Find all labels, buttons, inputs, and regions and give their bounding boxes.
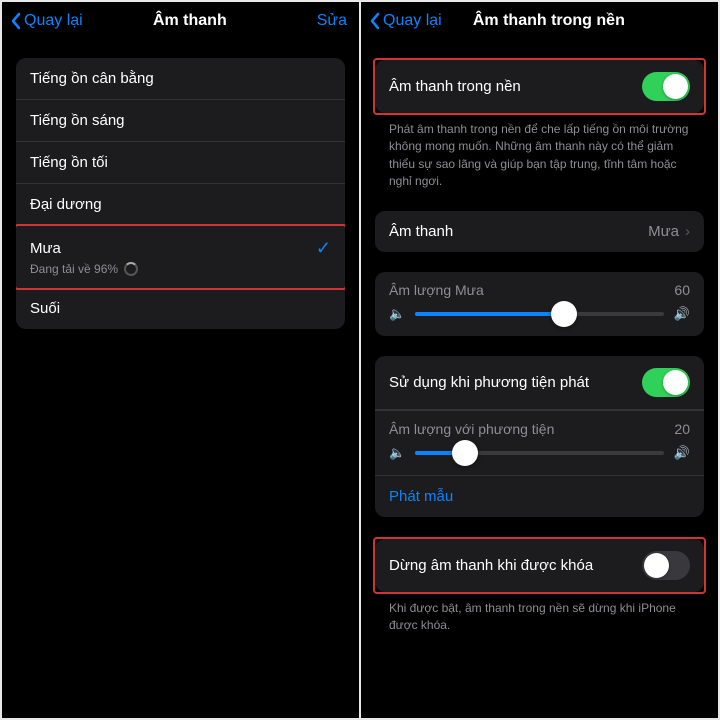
footnote: Phát âm thanh trong nền để che lấp tiếng… [375,113,704,191]
row-sound-select[interactable]: Âm thanh Mưa › [375,211,704,252]
group-toggle-main: Âm thanh trong nền [375,60,704,113]
back-button[interactable]: Quay lại [10,12,83,30]
back-label: Quay lại [24,12,83,30]
list-item-label: Mưa [30,240,61,257]
toggle-switch[interactable] [642,551,690,580]
highlight-box: Dừng âm thanh khi được khóa [373,537,706,594]
chevron-left-icon [10,12,22,30]
volume-high-icon: 🔊 [674,306,690,322]
group-stop-when-locked: Dừng âm thanh khi được khóa [375,539,704,592]
list-item[interactable]: Tiếng ồn tối [16,142,345,184]
back-button[interactable]: Quay lại [369,12,442,30]
toggle-label: Sử dụng khi phương tiện phát [389,374,589,391]
sound-list: Tiếng ồn cân bằng Tiếng ồn sáng Tiếng ồn… [16,58,345,329]
volume-low-icon: 🔈 [389,306,405,322]
back-label: Quay lại [383,12,442,30]
row-stop-when-locked-toggle[interactable]: Dừng âm thanh khi được khóa [375,539,704,592]
list-item-label: Suối [30,300,60,317]
header-right: Quay lại Âm thanh trong nền [361,2,718,44]
content-left: Tiếng ồn cân bằng Tiếng ồn sáng Tiếng ồn… [2,44,359,718]
slider-label: Âm lượng Mưa [389,282,484,298]
slider-value: 60 [674,282,690,298]
list-item-label: Tiếng ồn sáng [30,112,125,129]
play-sample-button[interactable]: Phát mẫu [375,475,704,517]
slider-label: Âm lượng với phương tiện [389,421,554,437]
page-title: Âm thanh trong nền [442,12,656,30]
list-item[interactable]: Tiếng ồn sáng [16,100,345,142]
content-right: Âm thanh trong nền Phát âm thanh trong n… [361,44,718,718]
group-volume: Âm lượng Mưa 60 🔈 🔊 [375,272,704,336]
list-item-label: Đại dương [30,196,102,213]
footnote: Khi được bật, âm thanh trong nền sẽ dừng… [375,592,704,651]
list-item[interactable]: Suối [16,288,345,329]
toggle-switch[interactable] [642,368,690,397]
row-background-sounds-toggle[interactable]: Âm thanh trong nền [375,60,704,113]
list-item[interactable]: Đại dương [16,184,345,226]
checkmark-icon: ✓ [316,238,331,259]
sound-value: Mưa [648,223,679,240]
list-item-label: Tiếng ồn tối [30,154,108,171]
download-text: Đang tải về 96% [30,262,118,276]
group-sound-select: Âm thanh Mưa › [375,211,704,252]
group-media: Sử dụng khi phương tiện phát Âm lượng vớ… [375,356,704,517]
list-item[interactable]: Tiếng ồn cân bằng [16,58,345,100]
volume-high-icon: 🔊 [674,445,690,461]
highlight-box: Mưa ✓ Đang tải về 96% [16,224,345,290]
chevron-right-icon: › [685,223,690,240]
slider-value: 20 [674,421,690,437]
row-value: Mưa › [648,223,690,240]
volume-low-icon: 🔈 [389,445,405,461]
row-media-volume-slider: Âm lượng với phương tiện 20 🔈 🔊 [375,410,704,475]
list-item-selected[interactable]: Mưa ✓ Đang tải về 96% [16,226,345,288]
pane-background-sounds: Quay lại Âm thanh trong nền Âm thanh tro… [361,2,718,718]
media-volume-slider[interactable] [415,451,664,455]
chevron-left-icon [369,12,381,30]
highlight-box: Âm thanh trong nền [373,58,706,115]
edit-button[interactable]: Sửa [297,12,347,30]
toggle-label: Dừng âm thanh khi được khóa [389,557,593,574]
spinner-icon [124,262,138,276]
list-item-label: Tiếng ồn cân bằng [30,70,154,87]
page-title: Âm thanh [83,12,297,30]
header-left: Quay lại Âm thanh Sửa [2,2,359,44]
toggle-switch[interactable] [642,72,690,101]
row-use-with-media-toggle[interactable]: Sử dụng khi phương tiện phát [375,356,704,410]
volume-slider[interactable] [415,312,664,316]
row-volume-slider: Âm lượng Mưa 60 🔈 🔊 [375,272,704,336]
toggle-label: Âm thanh trong nền [389,78,521,95]
pane-sounds: Quay lại Âm thanh Sửa Tiếng ồn cân bằng … [2,2,359,718]
download-status: Đang tải về 96% [30,262,331,276]
row-label: Âm thanh [389,223,453,240]
